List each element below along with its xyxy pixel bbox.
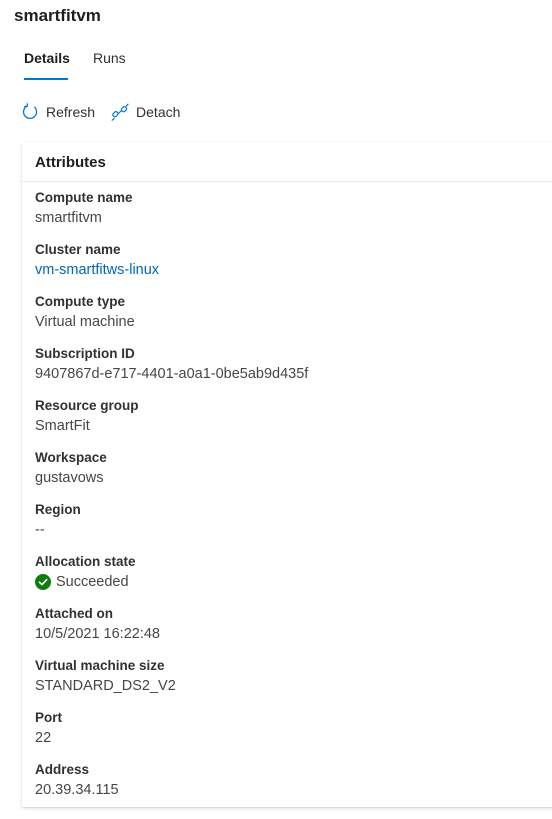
detach-icon — [110, 102, 130, 122]
refresh-label: Refresh — [46, 104, 96, 120]
attr-value: STANDARD_DS2_V2 — [35, 678, 176, 694]
success-check-icon — [35, 574, 51, 590]
refresh-button[interactable]: Refresh — [20, 101, 95, 123]
attr-label: Address — [35, 762, 90, 777]
attr-label: Workspace — [35, 450, 107, 465]
attr-value: SmartFit — [35, 418, 90, 434]
attr-region: Region -- — [35, 500, 549, 552]
attr-label: Port — [35, 710, 62, 725]
attributes-list: Compute name smartfitvm Cluster name vm-… — [22, 182, 552, 812]
attr-resource-group: Resource group SmartFit — [35, 396, 549, 448]
attributes-card-header: Attributes — [22, 143, 552, 182]
attr-label: Compute name — [35, 190, 133, 205]
status-text: Succeeded — [56, 574, 129, 590]
attr-label: Subscription ID — [35, 346, 135, 361]
detach-button[interactable]: Detach — [110, 101, 180, 123]
detach-label: Detach — [136, 104, 181, 120]
attr-value: -- — [35, 522, 45, 538]
attr-value: gustavows — [35, 470, 104, 486]
attr-port: Port 22 — [35, 708, 549, 760]
attr-value: Virtual machine — [35, 314, 135, 330]
attr-workspace: Workspace gustavows — [35, 448, 549, 500]
attr-value: 22 — [35, 730, 52, 746]
attr-value: smartfitvm — [35, 210, 102, 226]
attr-label: Attached on — [35, 606, 114, 621]
tab-runs[interactable]: Runs — [93, 50, 126, 80]
attr-attached-on: Attached on 10/5/2021 16:22:48 — [35, 604, 549, 656]
attr-label: Cluster name — [35, 242, 121, 257]
attr-value: 20.39.34.115 — [35, 782, 119, 798]
attr-label: Region — [35, 502, 81, 517]
toolbar: Refresh Detach — [20, 101, 180, 123]
cluster-name-link[interactable]: vm-smartfitws-linux — [35, 260, 549, 280]
tab-bar: Details Runs — [24, 50, 126, 80]
attr-label: Compute type — [35, 294, 126, 309]
attributes-card: Attributes Compute name smartfitvm Clust… — [22, 143, 552, 807]
attr-value: 9407867d-e717-4401-a0a1-0be5ab9d435f — [35, 366, 309, 382]
status-badge: Succeeded — [35, 572, 549, 592]
attr-cluster-name: Cluster name vm-smartfitws-linux — [35, 240, 549, 292]
tab-details[interactable]: Details — [24, 50, 70, 80]
compute-details-page: smartfitvm Details Runs Refresh Detach A… — [0, 0, 552, 819]
attr-label: Allocation state — [35, 554, 136, 569]
attributes-title: Attributes — [35, 153, 106, 171]
attr-address: Address 20.39.34.115 — [35, 760, 549, 812]
attr-compute-type: Compute type Virtual machine — [35, 292, 549, 344]
attr-label: Virtual machine size — [35, 658, 165, 673]
attr-allocation-state: Allocation state Succeeded — [35, 552, 549, 604]
refresh-icon — [20, 102, 40, 122]
attr-vm-size: Virtual machine size STANDARD_DS2_V2 — [35, 656, 549, 708]
attr-label: Resource group — [35, 398, 139, 413]
attr-compute-name: Compute name smartfitvm — [35, 188, 549, 240]
attr-subscription-id: Subscription ID 9407867d-e717-4401-a0a1-… — [35, 344, 549, 396]
attr-value: 10/5/2021 16:22:48 — [35, 626, 160, 642]
page-title: smartfitvm — [14, 6, 101, 25]
